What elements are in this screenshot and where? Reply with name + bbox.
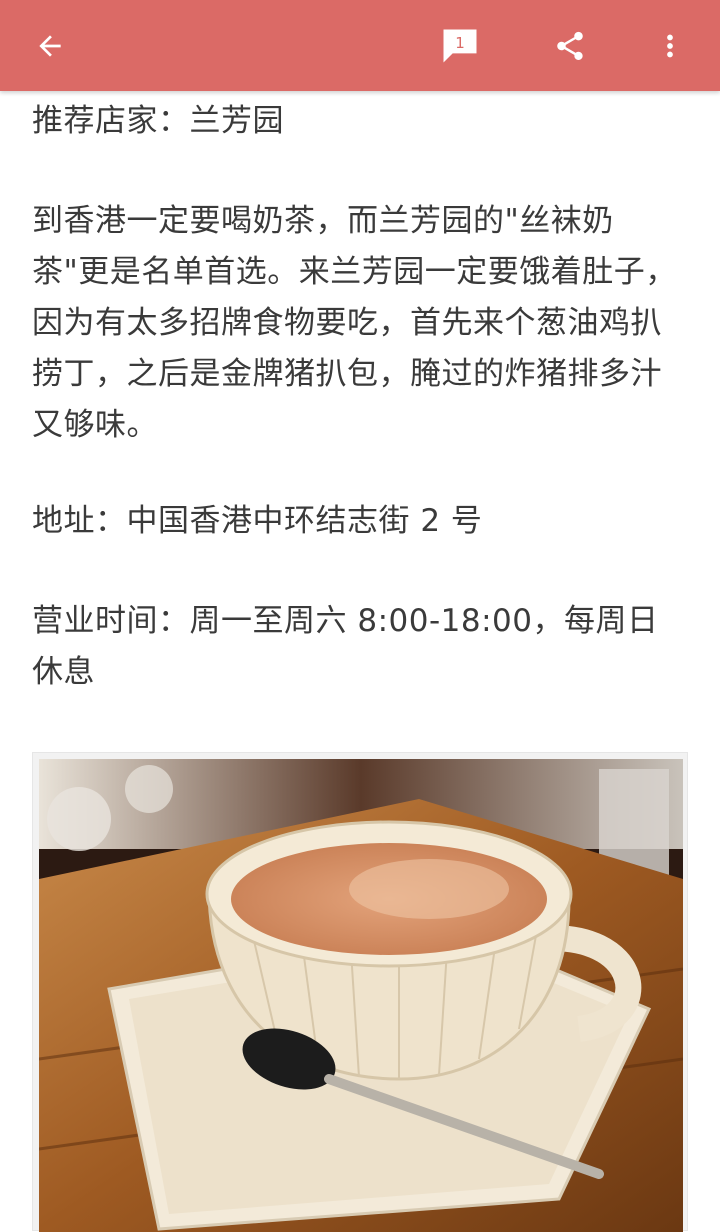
address: 地址：中国香港中环结志街 2 号 xyxy=(32,503,483,539)
more-options-button[interactable] xyxy=(644,20,696,72)
milk-tea-illustration xyxy=(39,759,683,1232)
comment-count: 1 xyxy=(455,34,465,52)
more-vert-icon xyxy=(667,34,673,58)
milk-tea-photo[interactable] xyxy=(32,752,688,1232)
description-paragraph: 到香港一定要喝奶茶，而兰芳园的"丝袜奶茶"更是名单首选。来兰芳园一定要饿着肚子，… xyxy=(32,203,677,443)
back-button[interactable] xyxy=(24,20,76,72)
opening-hours: 营业时间：周一至周六 8:00-18:00，每周日休息 xyxy=(32,603,659,690)
share-button[interactable] xyxy=(544,20,596,72)
share-icon xyxy=(557,31,583,61)
comments-button[interactable]: 1 xyxy=(434,20,486,72)
app-bar: 1 xyxy=(0,0,720,91)
recommended-shop: 推荐店家：兰芳园 xyxy=(32,103,284,139)
arrow-back-icon xyxy=(39,35,61,57)
